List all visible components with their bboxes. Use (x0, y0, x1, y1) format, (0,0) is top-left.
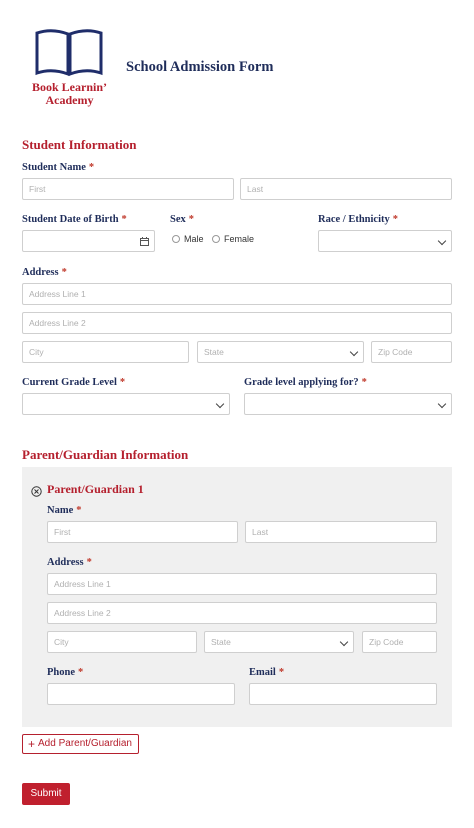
remove-guardian-button[interactable] (31, 484, 42, 497)
chevron-down-icon[interactable] (339, 637, 349, 647)
applying-grade-label: Grade level applying for? * (244, 377, 367, 388)
current-grade-label-text: Current Grade Level (22, 377, 117, 388)
guardian-city-input[interactable]: City (47, 631, 197, 653)
required-marker: * (61, 267, 67, 278)
student-city-input[interactable]: City (22, 341, 189, 363)
email-label-text: Email (249, 667, 276, 678)
current-grade-label: Current Grade Level * (22, 377, 125, 388)
student-address-label: Address * (22, 267, 67, 278)
guardian-section-title: Parent/Guardian Information (22, 447, 189, 462)
book-logo-icon (35, 29, 103, 77)
chevron-down-icon[interactable] (437, 399, 447, 409)
guardian-last-name-input[interactable]: Last (245, 521, 437, 543)
student-address2-input[interactable]: Address Line 2 (22, 312, 452, 334)
close-circle-icon[interactable] (31, 486, 42, 497)
male-radio-label: Male (184, 233, 204, 244)
required-marker: * (88, 162, 95, 173)
calendar-icon[interactable] (140, 237, 149, 246)
sex-option-male[interactable]: Male (172, 230, 204, 248)
sex-label-text: Sex (170, 214, 186, 225)
email-input[interactable] (249, 683, 437, 705)
student-zip-input[interactable]: Zip Code (371, 341, 452, 363)
student-state-select[interactable]: State (197, 341, 364, 363)
guardian-address-label: Address * (47, 557, 92, 568)
dob-input[interactable] (22, 230, 155, 252)
add-guardian-label: Add Parent/Guardian (38, 738, 132, 749)
current-grade-select[interactable] (22, 393, 230, 415)
required-marker: * (86, 557, 92, 568)
race-select[interactable] (318, 230, 452, 252)
sex-option-female[interactable]: Female (212, 230, 254, 248)
student-section-title: Student Information (22, 137, 137, 152)
chevron-down-icon[interactable] (437, 236, 447, 246)
student-state-placeholder: State (204, 347, 224, 357)
student-name-label-text: Student Name (22, 162, 86, 173)
student-name-label: Student Name * (22, 162, 94, 173)
dob-label-text: Student Date of Birth (22, 214, 119, 225)
guardian-first-name-input[interactable]: First (47, 521, 238, 543)
form-title: School Admission Form (126, 59, 274, 75)
plus-icon: + (28, 737, 36, 751)
phone-label-text: Phone (47, 667, 76, 678)
sex-label: Sex * (170, 214, 194, 225)
guardian-address2-input[interactable]: Address Line 2 (47, 602, 437, 624)
female-radio-label: Female (224, 233, 255, 244)
guardian-name-label: Name * (47, 505, 82, 516)
student-last-name-input[interactable]: Last (240, 178, 452, 200)
dob-label: Student Date of Birth * (22, 214, 127, 225)
applying-grade-select[interactable] (244, 393, 452, 415)
female-radio[interactable] (212, 234, 220, 243)
logo: Book Learnin’ Academy (22, 27, 117, 109)
guardian-address-label-text: Address (47, 557, 84, 568)
submit-button[interactable]: Submit (22, 783, 70, 805)
required-marker: * (361, 377, 367, 388)
race-label-text: Race / Ethnicity (318, 214, 390, 225)
guardian-state-select[interactable]: State (204, 631, 354, 653)
student-first-name-input[interactable]: First (22, 178, 234, 200)
student-address1-input[interactable]: Address Line 1 (22, 283, 452, 305)
guardian-name-label-text: Name (47, 505, 74, 516)
guardian-address1-input[interactable]: Address Line 1 (47, 573, 437, 595)
male-radio[interactable] (172, 234, 180, 243)
required-marker: * (121, 214, 127, 225)
required-marker: * (188, 214, 194, 225)
chevron-down-icon[interactable] (349, 347, 359, 357)
required-marker: * (392, 214, 398, 225)
student-address-label-text: Address (22, 267, 59, 278)
email-label: Email * (249, 667, 284, 678)
phone-label: Phone * (47, 667, 83, 678)
chevron-down-icon[interactable] (215, 399, 225, 409)
race-label: Race / Ethnicity * (318, 214, 398, 225)
required-marker: * (119, 377, 126, 388)
logo-text-line2: Academy (45, 93, 94, 107)
required-marker: * (278, 667, 285, 678)
phone-input[interactable] (47, 683, 235, 705)
add-guardian-button[interactable]: + Add Parent/Guardian (22, 734, 139, 754)
required-marker: * (76, 505, 82, 516)
applying-grade-label-text: Grade level applying for? (244, 377, 359, 388)
guardian-card-title: Parent/Guardian 1 (47, 482, 144, 496)
guardian-state-placeholder: State (211, 637, 231, 647)
guardian-zip-input[interactable]: Zip Code (362, 631, 437, 653)
required-marker: * (78, 667, 84, 678)
